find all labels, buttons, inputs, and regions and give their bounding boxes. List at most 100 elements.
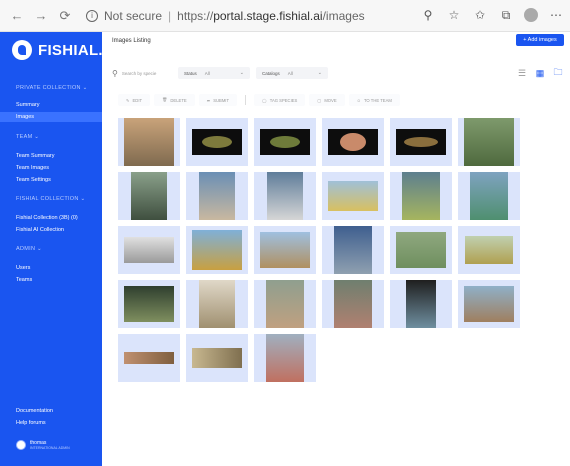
image-tile[interactable] xyxy=(254,172,316,220)
sidebar-item-team-settings[interactable]: Team Settings xyxy=(16,177,51,183)
image-tile[interactable] xyxy=(118,226,180,274)
image-tile[interactable] xyxy=(390,226,452,274)
add-images-button[interactable]: + Add images xyxy=(516,34,564,46)
profile-avatar-icon[interactable] xyxy=(524,8,538,22)
fish-photo-thumbnail xyxy=(396,129,446,155)
sidebar-item-team-images[interactable]: Team Images xyxy=(16,165,49,171)
section-admin[interactable]: ADMIN ⌄ xyxy=(16,246,42,252)
trash-icon: 🗑 xyxy=(162,97,168,102)
url-text: https://portal.stage.fishial.ai/images xyxy=(177,8,365,23)
collections-icon[interactable]: ⧉ xyxy=(498,7,514,23)
key-icon[interactable]: ⚲ xyxy=(420,7,436,23)
forward-arrow-icon[interactable]: → xyxy=(32,7,50,25)
fish-photo-thumbnail xyxy=(328,129,378,155)
image-tile[interactable] xyxy=(458,172,520,220)
fish-photo-thumbnail xyxy=(124,118,174,166)
image-tile[interactable] xyxy=(322,226,384,274)
move-button[interactable]: ▢ MOVE xyxy=(309,94,345,106)
sidebar-item-images[interactable]: Images xyxy=(16,114,34,120)
image-tile[interactable] xyxy=(186,280,248,328)
favorites-icon[interactable]: ✩ xyxy=(472,7,488,23)
fishial-logo-icon xyxy=(12,40,32,60)
image-tile[interactable] xyxy=(118,280,180,328)
image-tile[interactable] xyxy=(118,118,180,166)
image-tile[interactable] xyxy=(186,118,248,166)
image-tile[interactable] xyxy=(458,226,520,274)
image-tile[interactable] xyxy=(254,118,316,166)
reload-icon[interactable]: ⟳ xyxy=(56,7,74,25)
fish-photo-thumbnail xyxy=(199,280,235,328)
image-tile[interactable] xyxy=(458,280,520,328)
sidebar-item-fishial-collection[interactable]: Fishial Collection (3B) (0) xyxy=(16,215,78,221)
chevron-down-icon: ⌄ xyxy=(317,70,322,76)
address-bar[interactable]: i Not secure | https://portal.stage.fish… xyxy=(86,9,365,23)
image-tile[interactable] xyxy=(186,334,248,382)
user-avatar xyxy=(16,440,26,450)
sidebar-item-documentation[interactable]: Documentation xyxy=(16,408,53,414)
pencil-icon: ✎ xyxy=(126,97,130,103)
image-tile[interactable] xyxy=(186,226,248,274)
sidebar-item-help-forums[interactable]: Help forums xyxy=(16,420,46,426)
more-icon[interactable]: ⋯ xyxy=(548,7,564,23)
image-tile[interactable] xyxy=(322,280,384,328)
to-the-team-button[interactable]: ☺ TO THE TEAM xyxy=(348,94,400,106)
image-tile[interactable] xyxy=(254,334,316,382)
image-tile[interactable] xyxy=(254,280,316,328)
section-team[interactable]: TEAM ⌄ xyxy=(16,134,39,140)
fish-photo-thumbnail xyxy=(402,172,440,220)
page-title: Images Listing xyxy=(112,38,151,44)
section-private-collection[interactable]: PRIVATE COLLECTION ⌄ xyxy=(16,85,88,91)
sidebar: FISHIAL.AI PRIVATE COLLECTION ⌄ Summary … xyxy=(0,32,117,466)
fish-photo-thumbnail xyxy=(131,172,167,220)
edit-button[interactable]: ✎ EDIT xyxy=(118,94,151,106)
fish-photo-thumbnail xyxy=(470,172,508,220)
image-tile[interactable] xyxy=(322,118,384,166)
image-tile[interactable] xyxy=(390,172,452,220)
back-arrow-icon[interactable]: ← xyxy=(8,7,26,25)
move-icon: ▢ xyxy=(317,97,322,103)
fish-photo-thumbnail xyxy=(124,237,174,263)
status-select[interactable]: Status All ⌄ xyxy=(178,67,250,79)
action-toolbar: ✎ EDIT 🗑 DELETE ➦ SUBMIT ◯ TAG SPECIES ▢ MOVE… xyxy=(118,94,400,106)
user-profile[interactable]: thomas INTERNATIONAL ADMIN xyxy=(16,440,70,450)
main-content: Images Listing + Add images ⚲ Search by … xyxy=(102,32,570,466)
delete-button[interactable]: 🗑 DELETE xyxy=(154,94,195,106)
sidebar-item-users[interactable]: Users xyxy=(16,265,30,271)
catalogs-select[interactable]: Catalogs All ⌄ xyxy=(256,67,328,79)
folder-icon[interactable]: 🗀 xyxy=(552,67,564,78)
sidebar-item-teams[interactable]: Teams xyxy=(16,277,32,283)
image-tile[interactable] xyxy=(390,280,452,328)
fish-photo-thumbnail xyxy=(406,280,436,328)
filter-bar: ⚲ Search by specie Status All ⌄ Catalogs Al… xyxy=(112,64,328,82)
sidebar-item-fishial-ai-collection[interactable]: Fishial AI Collection xyxy=(16,227,64,233)
tag-species-button[interactable]: ◯ TAG SPECIES xyxy=(254,94,306,106)
browser-chrome: ← → ⟳ i Not secure | https://portal.stag… xyxy=(0,0,570,32)
sidebar-item-summary[interactable]: Summary xyxy=(16,102,40,108)
fish-photo-thumbnail xyxy=(396,232,446,268)
submit-button[interactable]: ➦ SUBMIT xyxy=(198,94,238,106)
grid-view-icon[interactable]: ▦ xyxy=(534,68,546,78)
search-input[interactable]: ⚲ Search by specie xyxy=(112,67,172,79)
list-view-icon[interactable]: ☰ xyxy=(516,68,528,78)
image-tile[interactable] xyxy=(390,118,452,166)
fish-photo-thumbnail xyxy=(267,172,303,220)
fish-photo-thumbnail xyxy=(260,232,310,268)
info-icon[interactable]: i xyxy=(86,9,98,22)
section-fishial-collection[interactable]: FISHIAL COLLECTION ⌄ xyxy=(16,196,85,202)
image-tile[interactable] xyxy=(118,172,180,220)
fish-photo-thumbnail xyxy=(124,352,174,364)
sidebar-item-team-summary[interactable]: Team Summary xyxy=(16,153,55,159)
tag-icon: ◯ xyxy=(262,97,267,103)
fish-photo-thumbnail xyxy=(465,236,513,264)
search-icon: ⚲ xyxy=(112,68,118,78)
view-toggle: ☰ ▦ 🗀 xyxy=(516,67,564,78)
image-tile[interactable] xyxy=(458,118,520,166)
image-tile[interactable] xyxy=(322,172,384,220)
fish-photo-thumbnail xyxy=(192,348,242,368)
image-tile[interactable] xyxy=(118,334,180,382)
image-tile[interactable] xyxy=(186,172,248,220)
chevron-down-icon: ⌄ xyxy=(239,70,244,76)
fish-photo-thumbnail xyxy=(192,129,242,155)
image-tile[interactable] xyxy=(254,226,316,274)
star-icon[interactable]: ☆ xyxy=(446,7,462,23)
